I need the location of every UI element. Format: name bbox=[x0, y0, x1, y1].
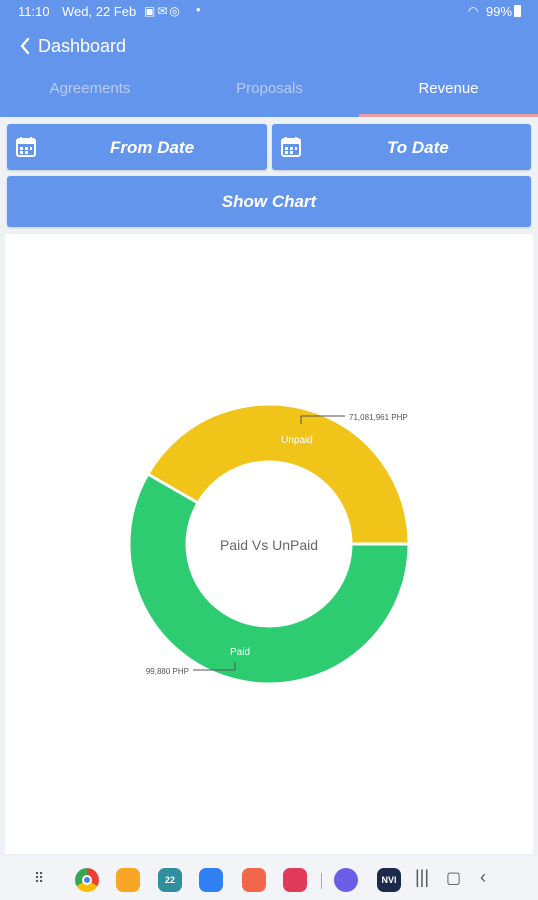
page-title: Dashboard bbox=[38, 36, 127, 56]
calendar-icon bbox=[16, 137, 36, 157]
home-icon[interactable]: ▢ bbox=[446, 868, 461, 888]
mail-icon: ✉ bbox=[157, 4, 170, 18]
messages-app-icon[interactable] bbox=[199, 868, 223, 892]
back-nav-icon[interactable]: ‹ bbox=[480, 867, 486, 888]
notification-dot-icon: • bbox=[196, 2, 201, 17]
battery-icon bbox=[514, 5, 521, 17]
gallery-app-icon[interactable] bbox=[283, 868, 307, 892]
news-app-icon[interactable]: NVI bbox=[377, 868, 401, 892]
tab-selected-indicator bbox=[359, 114, 538, 117]
chart-card: Paid Vs UnPaid Unpaid Paid 71,081,961 PH… bbox=[5, 234, 533, 854]
chrome-app-icon[interactable] bbox=[75, 868, 99, 892]
to-date-button[interactable]: To Date bbox=[272, 124, 531, 170]
app-header: 11:10 Wed, 22 Feb ▣✉◎ • ◠ 99% Dashboard … bbox=[0, 0, 538, 117]
back-arrow-icon[interactable] bbox=[14, 34, 38, 58]
nav-divider bbox=[321, 873, 322, 889]
status-date: Wed, 22 Feb bbox=[62, 4, 137, 19]
gallery-icon: ▣ bbox=[144, 4, 158, 18]
slice-label-paid: Paid bbox=[230, 647, 250, 658]
to-date-label: To Date bbox=[387, 138, 449, 157]
from-date-button[interactable]: From Date bbox=[7, 124, 267, 170]
chart-center-label: Paid Vs UnPaid bbox=[220, 537, 318, 553]
battery-level: 99% bbox=[486, 4, 513, 19]
status-time: 11:10 bbox=[18, 4, 50, 19]
calendar-app-icon[interactable]: 22 bbox=[158, 868, 182, 892]
app-drawer-icon[interactable]: ⠿ bbox=[34, 870, 44, 887]
from-date-label: From Date bbox=[110, 138, 195, 157]
donut-chart: Paid Vs UnPaid Unpaid Paid 71,081,961 PH… bbox=[127, 402, 411, 686]
internet-app-icon[interactable] bbox=[334, 868, 358, 892]
value-label-paid: 99,880 PHP bbox=[146, 667, 189, 676]
contacts-app-icon[interactable] bbox=[242, 868, 266, 892]
recent-apps-icon[interactable]: ||| bbox=[415, 867, 429, 888]
notification-icons: ▣✉◎ bbox=[144, 4, 182, 18]
tab-agreements[interactable]: Agreements bbox=[0, 80, 180, 100]
sync-icon: ◎ bbox=[169, 4, 182, 18]
tab-proposals[interactable]: Proposals bbox=[180, 80, 359, 100]
value-label-unpaid: 71,081,961 PHP bbox=[349, 413, 408, 422]
show-chart-button[interactable]: Show Chart bbox=[7, 176, 531, 227]
system-nav-bar: ⠿ 22 NVI ||| ▢ ‹ bbox=[0, 857, 538, 900]
tab-revenue[interactable]: Revenue bbox=[359, 80, 538, 100]
files-app-icon[interactable] bbox=[116, 868, 140, 892]
wifi-icon: ◠ bbox=[468, 4, 479, 18]
slice-label-unpaid: Unpaid bbox=[281, 435, 313, 446]
status-bar: 11:10 Wed, 22 Feb ▣✉◎ • ◠ 99% bbox=[0, 0, 538, 24]
calendar-icon bbox=[281, 137, 301, 157]
